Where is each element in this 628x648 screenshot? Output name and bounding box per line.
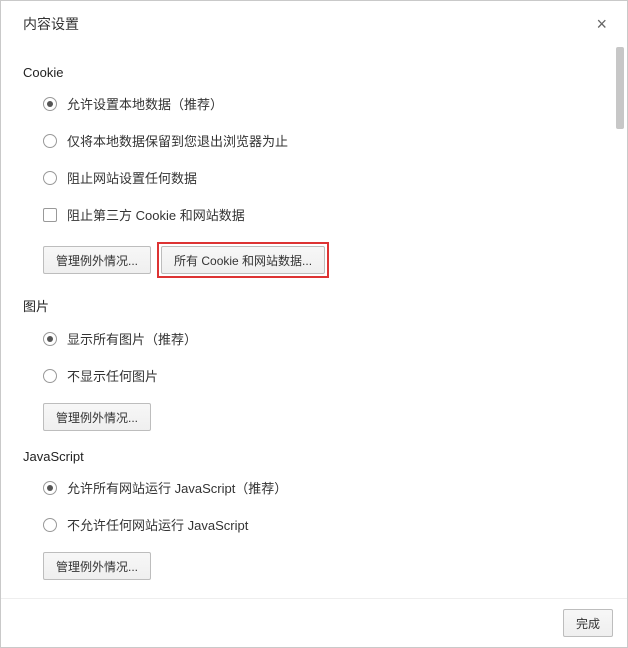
option-label: 阻止网站设置任何数据 <box>67 168 197 187</box>
content-wrapper: Cookie 允许设置本地数据（推荐） 仅将本地数据保留到您退出浏览器为止 阻止… <box>1 43 627 598</box>
cookie-option-block[interactable]: 阻止网站设置任何数据 <box>43 168 611 187</box>
dialog-title: 内容设置 <box>23 14 79 34</box>
content-settings-dialog: 内容设置 × Cookie 允许设置本地数据（推荐） 仅将本地数据保留到您退出浏… <box>0 0 628 648</box>
option-label: 阻止第三方 Cookie 和网站数据 <box>67 205 245 224</box>
radio-icon[interactable] <box>43 97 57 111</box>
option-label: 显示所有图片（推荐） <box>67 329 197 348</box>
js-option-allow[interactable]: 允许所有网站运行 JavaScript（推荐） <box>43 478 611 497</box>
manage-exceptions-button[interactable]: 管理例外情况... <box>43 552 151 580</box>
images-button-row: 管理例外情况... <box>43 403 611 431</box>
radio-icon[interactable] <box>43 171 57 185</box>
content-scroll-area[interactable]: Cookie 允许设置本地数据（推荐） 仅将本地数据保留到您退出浏览器为止 阻止… <box>1 43 611 598</box>
all-cookies-button[interactable]: 所有 Cookie 和网站数据... <box>161 246 325 274</box>
images-option-hide[interactable]: 不显示任何图片 <box>43 366 611 385</box>
checkbox-icon[interactable] <box>43 208 57 222</box>
radio-icon[interactable] <box>43 134 57 148</box>
dialog-header: 内容设置 × <box>1 1 627 43</box>
manage-exceptions-button[interactable]: 管理例外情况... <box>43 403 151 431</box>
section-title-images: 图片 <box>23 296 611 315</box>
highlight-box: 所有 Cookie 和网站数据... <box>157 242 329 278</box>
cookie-button-row: 管理例外情况... 所有 Cookie 和网站数据... <box>43 242 611 278</box>
js-button-row: 管理例外情况... <box>43 552 611 580</box>
cookie-block-thirdparty[interactable]: 阻止第三方 Cookie 和网站数据 <box>43 205 611 224</box>
section-title-cookie: Cookie <box>23 65 611 80</box>
radio-icon[interactable] <box>43 481 57 495</box>
option-label: 不显示任何图片 <box>67 366 158 385</box>
option-label: 允许设置本地数据（推荐） <box>67 94 223 113</box>
radio-icon[interactable] <box>43 369 57 383</box>
section-title-javascript: JavaScript <box>23 449 611 464</box>
option-label: 允许所有网站运行 JavaScript（推荐） <box>67 478 287 497</box>
option-label: 不允许任何网站运行 JavaScript <box>67 515 248 534</box>
dialog-footer: 完成 <box>1 598 627 647</box>
js-option-block[interactable]: 不允许任何网站运行 JavaScript <box>43 515 611 534</box>
images-option-show[interactable]: 显示所有图片（推荐） <box>43 329 611 348</box>
radio-icon[interactable] <box>43 518 57 532</box>
manage-exceptions-button[interactable]: 管理例外情况... <box>43 246 151 274</box>
close-icon[interactable]: × <box>592 13 611 35</box>
cookie-option-allow[interactable]: 允许设置本地数据（推荐） <box>43 94 611 113</box>
done-button[interactable]: 完成 <box>563 609 613 637</box>
radio-icon[interactable] <box>43 332 57 346</box>
scrollbar-thumb[interactable] <box>616 47 624 129</box>
option-label: 仅将本地数据保留到您退出浏览器为止 <box>67 131 288 150</box>
cookie-option-session[interactable]: 仅将本地数据保留到您退出浏览器为止 <box>43 131 611 150</box>
